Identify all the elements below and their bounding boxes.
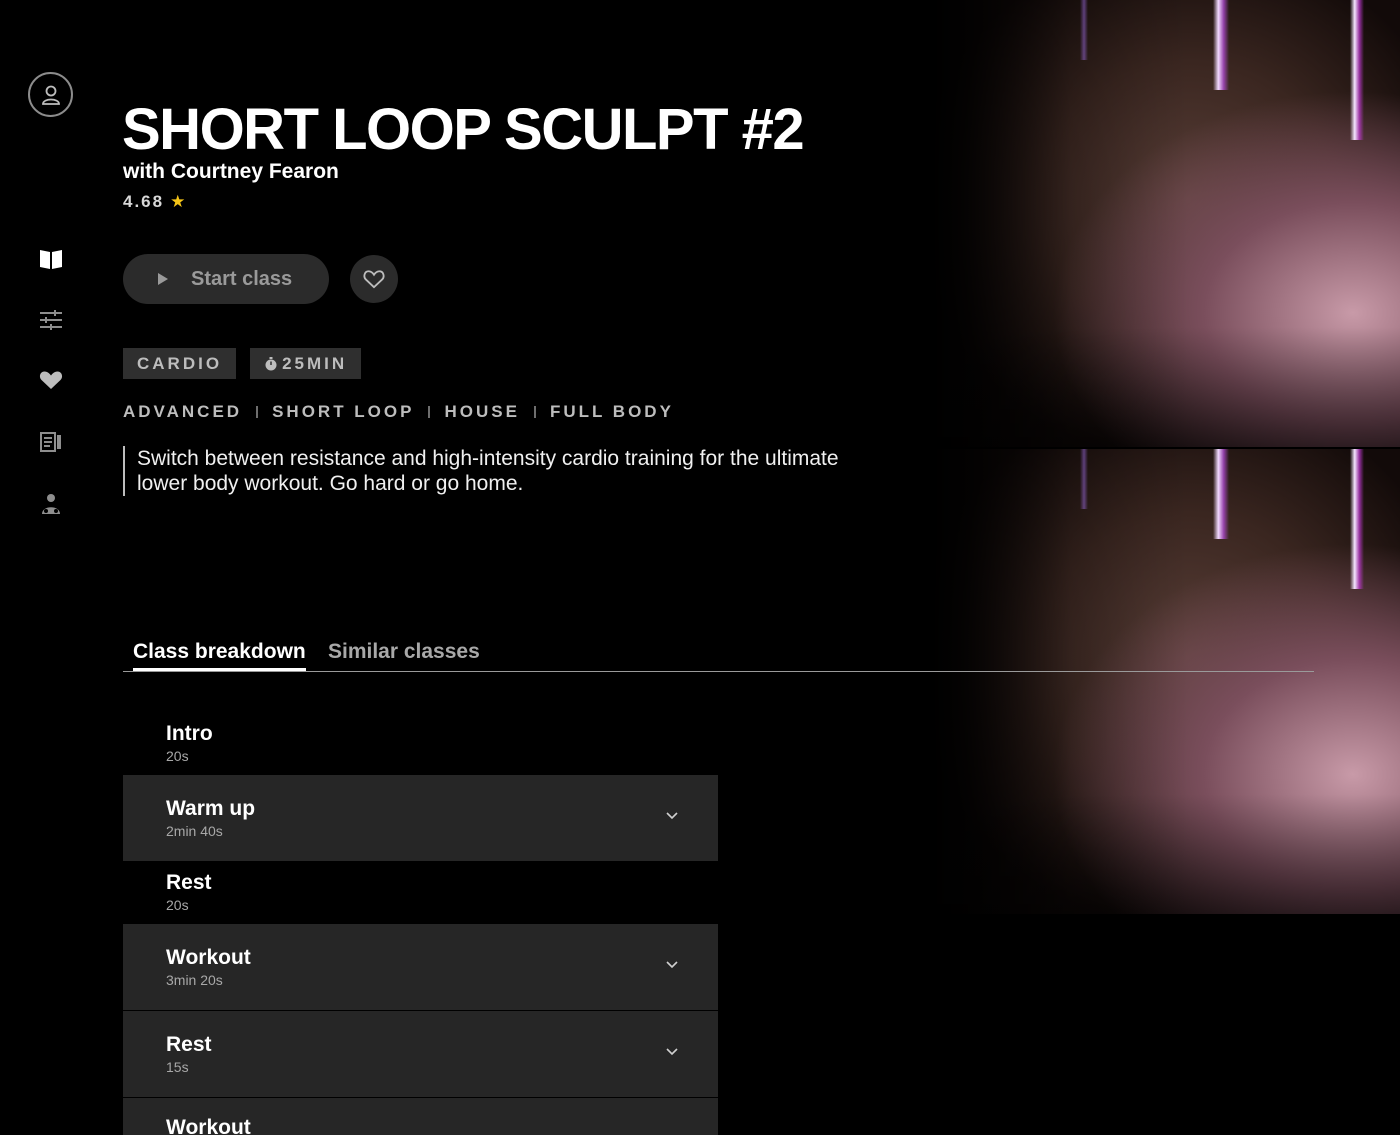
trainer-icon: [42, 494, 60, 514]
play-icon: [158, 273, 168, 285]
start-class-button[interactable]: Start class: [123, 254, 329, 304]
segment-name: Rest: [166, 871, 212, 894]
profile-avatar[interactable]: [28, 72, 73, 117]
tab-class-breakdown[interactable]: Class breakdown: [133, 640, 306, 671]
heart-icon: [39, 371, 63, 389]
tag-separator: [428, 406, 431, 418]
nav-favorites[interactable]: [36, 365, 66, 395]
chevron-down-icon: [666, 812, 678, 820]
category-badge: CARDIO: [123, 348, 237, 379]
breakdown-item-workout[interactable]: Workout: [123, 1098, 718, 1135]
class-description: Switch between resistance and high-inten…: [123, 446, 843, 496]
class-badges: CARDIO 25MIN: [123, 348, 362, 379]
segment-name: Rest: [166, 1033, 212, 1056]
class-tags: ADVANCED SHORT LOOP HOUSE FULL BODY: [123, 402, 674, 422]
segment-duration: 2min 40s: [166, 823, 223, 839]
segment-duration: 20s: [166, 748, 189, 764]
nav-filters[interactable]: [36, 305, 66, 335]
tag-separator: [256, 406, 259, 418]
heart-outline-icon: [363, 270, 385, 289]
star-icon: ★: [170, 192, 188, 211]
hero-image-bottom: [930, 449, 1400, 914]
tag-item: ADVANCED: [123, 402, 243, 421]
class-rating: 4.68 ★: [123, 192, 187, 212]
category-badge-label: CARDIO: [137, 353, 223, 373]
segment-name: Workout: [166, 946, 251, 969]
class-breakdown-list: Intro 20s Warm up 2min 40s Rest 20s Work…: [123, 712, 718, 1135]
tag-separator: [533, 406, 536, 418]
filter-sliders-icon: [40, 310, 62, 330]
breakdown-item-workout[interactable]: Workout 3min 20s: [123, 924, 718, 1010]
chevron-down-icon: [666, 1048, 678, 1056]
tag-item: SHORT LOOP: [272, 402, 415, 421]
breakdown-item-rest: Rest 20s: [123, 861, 718, 923]
segment-name: Workout: [166, 1116, 251, 1135]
nav-library[interactable]: [36, 244, 66, 274]
duration-badge: 25MIN: [250, 348, 362, 379]
segment-duration: 15s: [166, 1059, 189, 1075]
book-icon: [40, 250, 62, 269]
segment-duration: 20s: [166, 897, 189, 913]
breakdown-item-intro: Intro 20s: [123, 712, 718, 774]
class-title: SHORT LOOP SCULPT #2: [122, 97, 805, 162]
instructor-name: with Courtney Fearon: [123, 160, 339, 183]
duration-badge-label: 25MIN: [282, 353, 348, 373]
tab-similar-classes[interactable]: Similar classes: [328, 640, 480, 668]
start-class-label: Start class: [191, 267, 293, 290]
segment-name: Warm up: [166, 797, 256, 820]
sidebar: [0, 0, 100, 1135]
hero-image-top: [930, 0, 1400, 447]
segment-duration: 3min 20s: [166, 972, 223, 988]
tab-bar: Class breakdown Similar classes: [123, 640, 1314, 672]
segment-name: Intro: [166, 722, 213, 745]
breakdown-item-warm-up[interactable]: Warm up 2min 40s: [123, 775, 718, 861]
tag-item: HOUSE: [444, 402, 520, 421]
favorite-button[interactable]: [350, 255, 398, 303]
nav-trainers[interactable]: [36, 489, 66, 519]
breakdown-item-rest[interactable]: Rest 15s: [123, 1011, 718, 1097]
tag-item: FULL BODY: [549, 402, 674, 421]
nav-schedule[interactable]: [36, 427, 66, 457]
schedule-icon: [40, 432, 61, 452]
chevron-down-icon: [666, 961, 678, 969]
stopwatch-icon: [265, 356, 277, 370]
user-icon: [41, 85, 60, 105]
rating-value: 4.68: [123, 192, 165, 211]
